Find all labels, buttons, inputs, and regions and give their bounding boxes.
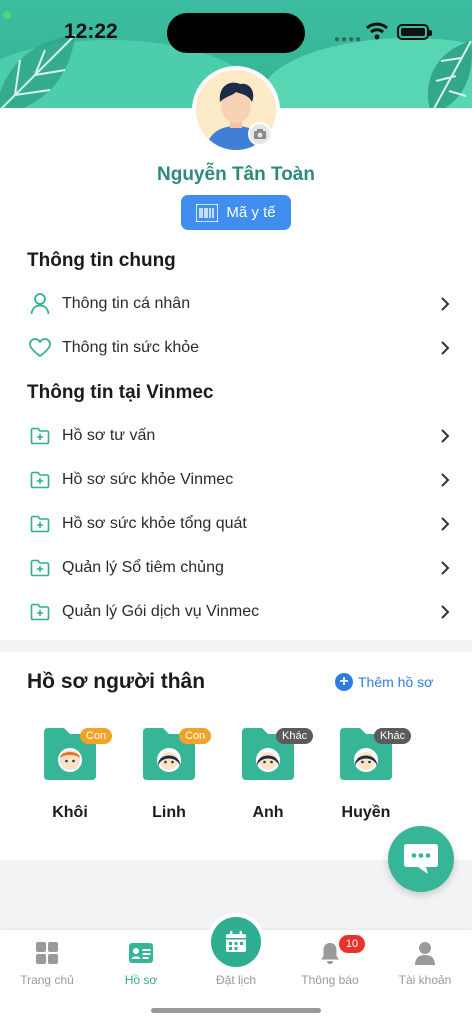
menu-item-vaccination-book[interactable]: Quản lý Sổ tiêm chủng [0,546,472,590]
medical-code-button[interactable]: Mã y tế [181,195,291,230]
heart-icon [28,336,52,360]
nav-home[interactable]: Trang chủ [0,940,94,990]
add-profile-label: Thêm hồ sơ [358,674,434,690]
add-profile-button[interactable]: + Thêm hồ sơ [335,673,433,691]
user-icon [28,292,52,316]
leaf-decor-icon [427,40,472,115]
menu-item-general-health-records[interactable]: Hồ sơ sức khỏe tổng quát [0,502,472,546]
profile-card-icon [128,940,154,966]
relation-tag: Con [179,728,212,744]
relative-name: Linh [152,804,186,821]
relation-tag: Khác [276,728,314,744]
barcode-icon [196,203,219,222]
nav-account[interactable]: Tài khoản [378,940,472,990]
general-info-title: Thông tin chung [27,250,176,271]
plus-icon: + [335,673,353,691]
home-indicator[interactable] [151,1008,321,1013]
chevron-right-icon [441,429,450,443]
nav-booking[interactable]: Đặt lịch [189,940,283,990]
nav-label: Trang chủ [20,973,74,987]
chevron-right-icon [441,341,450,355]
relation-tag: Con [80,728,113,744]
account-icon [412,940,438,966]
vinmec-info-title: Thông tin tại Vinmec [27,382,214,403]
battery-icon [397,24,432,40]
menu-item-health-info[interactable]: Thông tin sức khỏe [0,326,472,370]
menu-item-label: Thông tin sức khỏe [62,339,200,356]
folder-plus-icon [28,600,52,624]
relation-tag: Khác [374,728,412,744]
menu-item-label: Hồ sơ sức khỏe Vinmec [62,471,234,488]
relatives-title: Hồ sơ người thân [27,670,206,693]
app-screen: 12:22 ●●●● Nguyễn Tân Toàn Mã y tế Thông… [0,0,472,1024]
user-name: Nguyễn Tân Toàn [157,164,315,185]
profile-card: Nguyễn Tân Toàn Mã y tế Thông tin chung … [0,66,472,640]
camera-icon[interactable] [248,122,272,146]
relative-name: Khôi [52,804,88,821]
relative-name: Anh [252,804,284,821]
menu-item-vinmec-health-records[interactable]: Hồ sơ sức khỏe Vinmec [0,458,472,502]
grid-icon [34,940,60,966]
menu-item-personal-info[interactable]: Thông tin cá nhân [0,282,472,326]
folder-plus-icon [28,424,52,448]
notification-badge: 10 [339,935,365,953]
relative-name: Huyền [341,804,391,821]
relatives-card: Hồ sơ người thân + Thêm hồ sơ Con Khôi C… [0,652,472,860]
medical-code-label: Mã y tế [226,204,276,221]
nav-label: Hồ sơ [124,973,158,987]
nav-label: Đặt lịch [215,973,256,987]
signal-icon: ●●●● [334,34,363,45]
wifi-icon [366,22,388,40]
menu-item-label: Quản lý Gói dịch vụ Vinmec [62,603,260,620]
chevron-right-icon [441,517,450,531]
relative-item[interactable]: Con Linh [129,726,212,826]
nav-profile[interactable]: Hồ sơ [94,940,188,990]
menu-item-label: Quản lý Sổ tiêm chủng [62,559,224,576]
chat-bubble-icon [404,844,438,874]
menu-item-label: Hồ sơ sức khỏe tổng quát [62,515,247,532]
chevron-right-icon [441,605,450,619]
folder-plus-icon [28,512,52,536]
folder-plus-icon [28,556,52,580]
nav-label: Tài khoản [398,973,452,987]
relative-item[interactable]: Khác Huyền [326,726,412,826]
menu-item-service-packages[interactable]: Quản lý Gói dịch vụ Vinmec [0,590,472,634]
menu-item-label: Thông tin cá nhân [62,295,191,312]
relative-item[interactable]: Con Khôi [30,726,113,826]
relative-item[interactable]: Khác Anh [228,726,314,826]
nav-spacer [223,940,249,966]
recording-indicator [3,11,11,19]
folder-plus-icon [28,468,52,492]
chevron-right-icon [441,473,450,487]
chevron-right-icon [441,561,450,575]
menu-item-consult-records[interactable]: Hồ sơ tư vấn [0,414,472,458]
dynamic-island [167,13,305,53]
chat-button[interactable] [388,826,454,892]
chevron-right-icon [441,297,450,311]
nav-label: Thông báo [301,973,359,987]
menu-item-label: Hồ sơ tư vấn [62,427,156,444]
status-time: 12:22 [64,20,118,43]
